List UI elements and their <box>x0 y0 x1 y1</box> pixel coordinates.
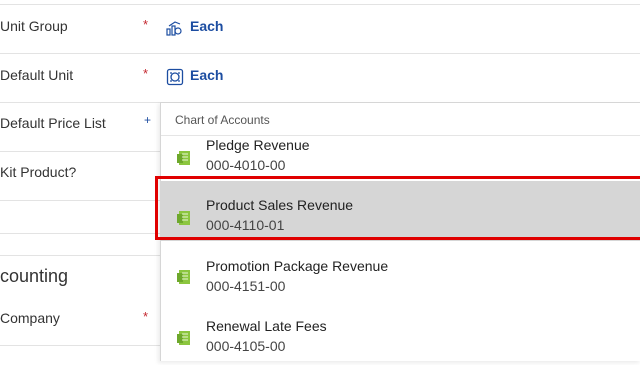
unit-group-icon <box>166 20 184 41</box>
result-code: 000-4010-00 <box>206 157 286 173</box>
required-marker: * <box>143 66 149 81</box>
section-divider <box>0 255 160 256</box>
lookup-result-item[interactable]: Renewal Late Fees 000-4105-00 <box>161 305 640 365</box>
divider <box>0 151 160 152</box>
highlight-box <box>155 176 640 240</box>
result-code: 000-4151-00 <box>206 278 286 294</box>
kit-product-label: Kit Product? <box>0 164 77 180</box>
unit-group-label: Unit Group <box>0 18 68 34</box>
result-name: Pledge Revenue <box>206 137 310 153</box>
unit-group-value-link[interactable]: Each <box>190 18 223 34</box>
section-title: counting <box>0 266 69 286</box>
divider <box>0 102 160 103</box>
divider <box>0 200 160 201</box>
top-divider <box>0 4 640 5</box>
required-marker: * <box>143 309 149 324</box>
lookup-result-item[interactable]: Pledge Revenue 000-4010-00 <box>161 136 640 176</box>
default-unit-value-link[interactable]: Each <box>190 67 223 83</box>
account-icon <box>176 149 194 167</box>
default-unit-label: Default Unit <box>0 67 74 83</box>
divider <box>0 53 640 54</box>
divider <box>0 345 160 346</box>
lookup-result-item[interactable]: Promotion Package Revenue 000-4151-00 <box>161 245 640 305</box>
company-label: Company <box>0 310 60 326</box>
result-name: Renewal Late Fees <box>206 318 327 334</box>
account-icon <box>176 268 194 286</box>
account-icon <box>176 329 194 347</box>
divider <box>0 233 160 234</box>
unit-icon <box>166 68 184 91</box>
required-marker: * <box>143 17 149 32</box>
default-price-list-label: Default Price List <box>0 115 106 131</box>
dropdown-header: Chart of Accounts <box>175 113 270 127</box>
recommended-marker: + <box>144 113 152 127</box>
result-name: Promotion Package Revenue <box>206 258 389 274</box>
result-code: 000-4105-00 <box>206 338 286 354</box>
